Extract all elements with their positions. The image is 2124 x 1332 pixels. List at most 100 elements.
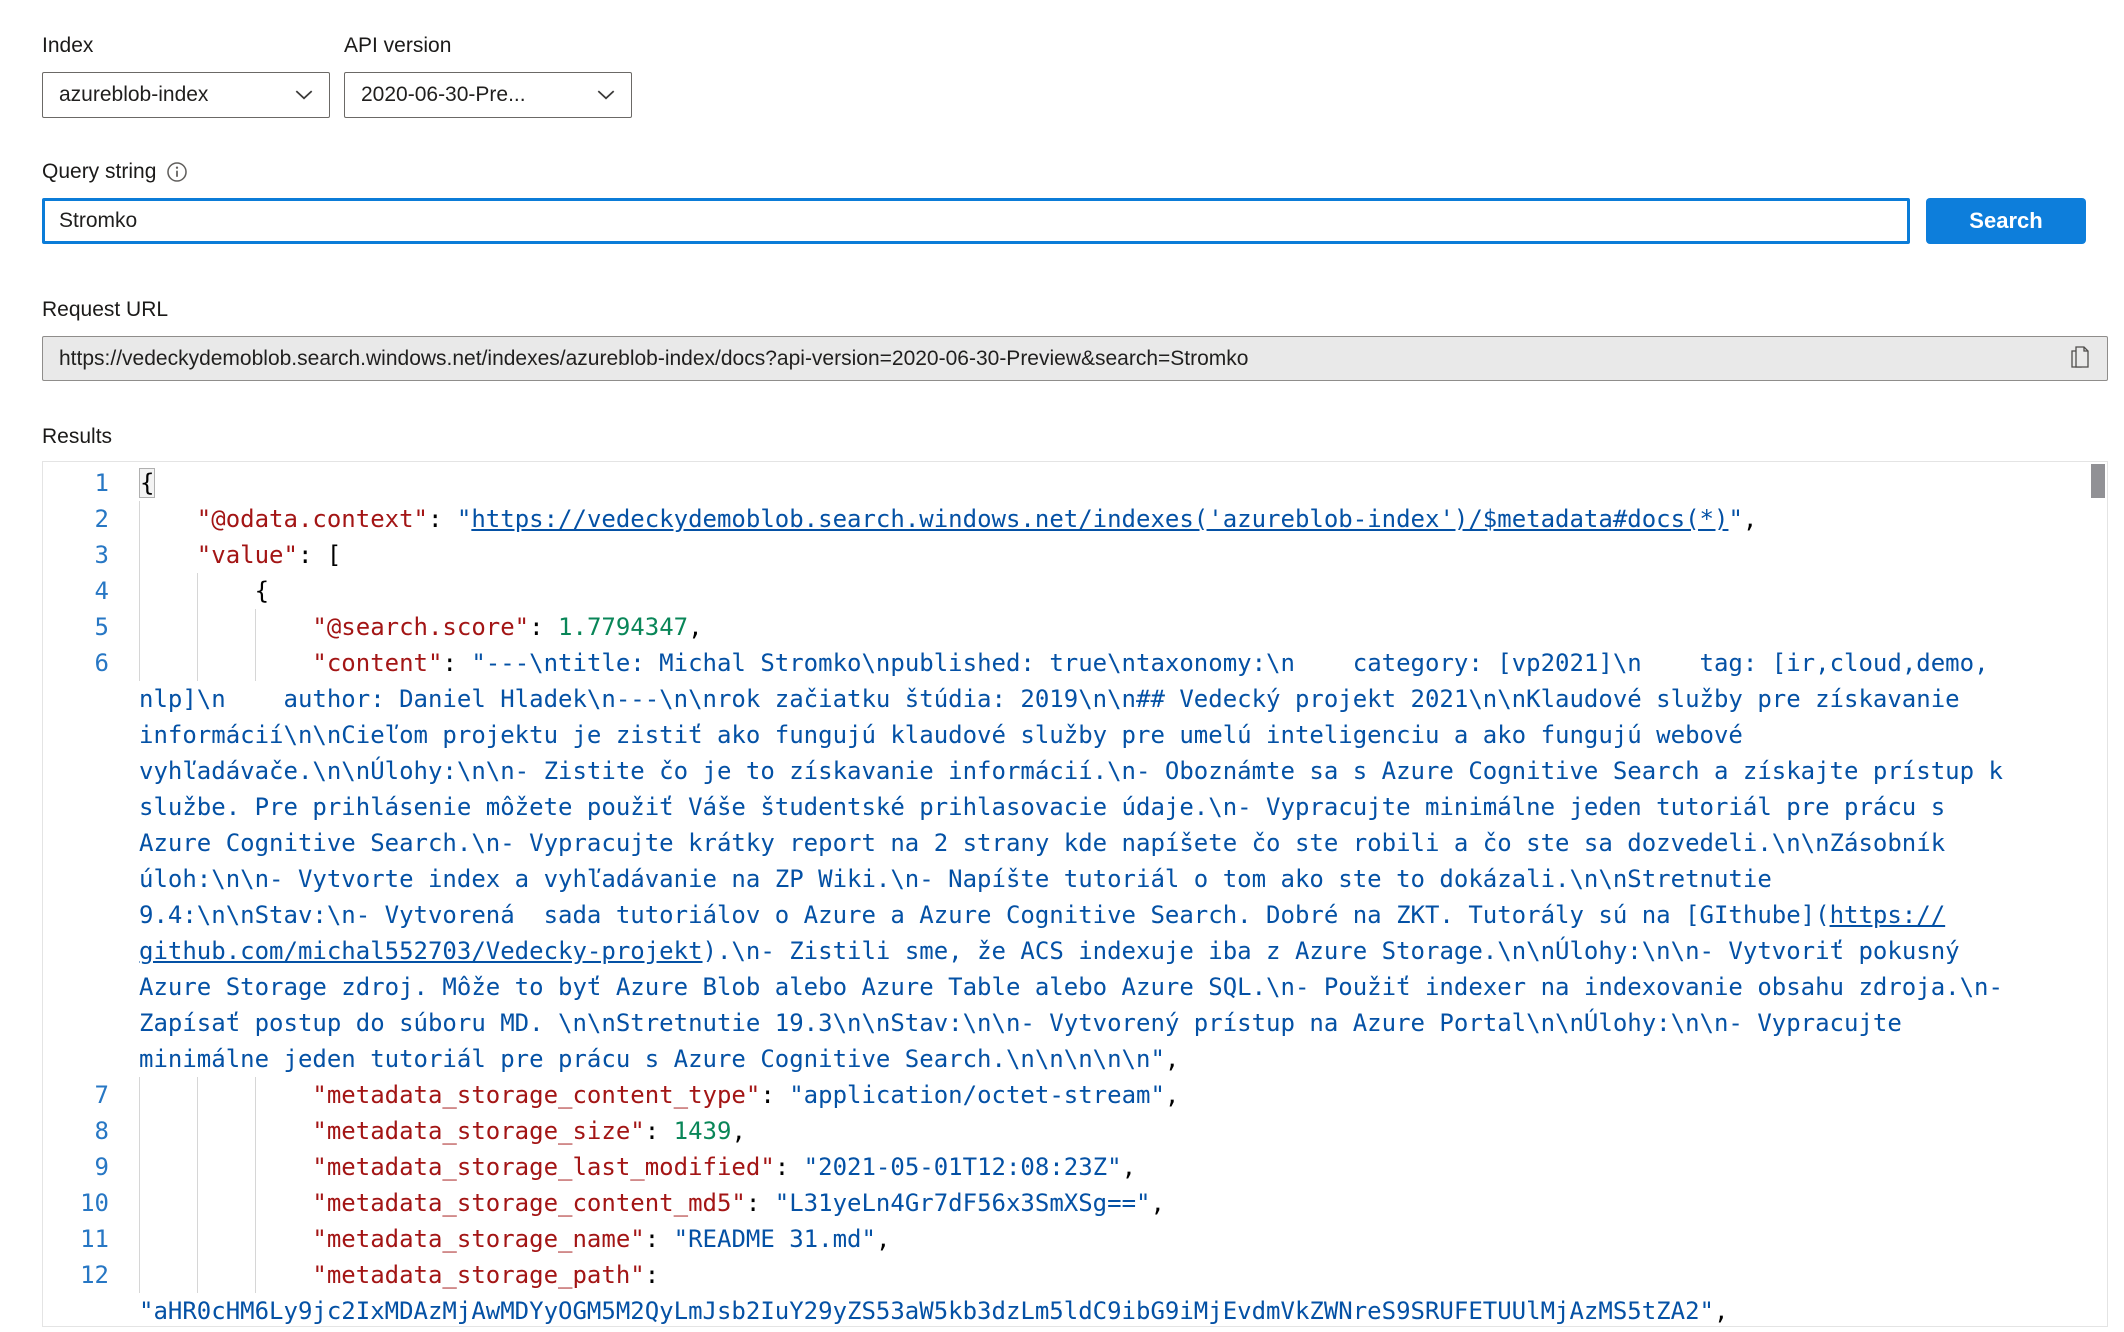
search-button[interactable]: Search: [1926, 198, 2086, 244]
token-punc: :: [529, 613, 558, 641]
token-str: "L31yeLn4Gr7dF56x3SmXSg==": [775, 1189, 1151, 1217]
token-punc: ,: [876, 1225, 890, 1253]
token-punc: :: [645, 1225, 674, 1253]
token-key: "metadata_storage_last_modified": [312, 1153, 774, 1181]
token-punc: :: [775, 1153, 804, 1181]
line-number: 7: [43, 1077, 139, 1113]
code-line-content: "metadata_storage_name": "README 31.md",: [139, 1221, 2007, 1257]
copy-icon[interactable]: [2067, 345, 2093, 373]
indent-guide: [139, 573, 140, 609]
editor-scrollbar[interactable]: [2091, 464, 2105, 498]
token-key: "content": [312, 649, 442, 677]
request-url-value: https://vedeckydemoblob.search.windows.n…: [59, 347, 1248, 371]
indent-guide: [197, 1113, 198, 1149]
indent-guide: [255, 645, 256, 681]
indent-guide: [255, 1113, 256, 1149]
search-explorer-page: Index API version azureblob-index 2020-0…: [0, 0, 2124, 1327]
line-number: 9: [43, 1149, 139, 1185]
code-line: 4 {: [43, 573, 2107, 609]
query-string-input[interactable]: [42, 198, 1910, 244]
line-number: 5: [43, 609, 139, 645]
token-str: "application/​octet-stream": [789, 1081, 1165, 1109]
indent-guide: [139, 645, 140, 681]
indent-guide: [197, 1221, 198, 1257]
indent-guide: [139, 1257, 140, 1293]
indent-guide: [197, 645, 198, 681]
results-label: Results: [42, 425, 2124, 449]
indent-guide: [139, 609, 140, 645]
info-icon[interactable]: [166, 161, 188, 183]
token-key: "metadata_storage_content_md5": [312, 1189, 745, 1217]
indent-guide: [255, 1221, 256, 1257]
line-number: 6: [43, 645, 139, 1077]
line-number: 1: [43, 465, 139, 501]
token-punc: ,: [1122, 1153, 1136, 1181]
index-dropdown[interactable]: azureblob-index: [42, 72, 330, 118]
token-punc: :: [645, 1117, 674, 1145]
indent-guide: [255, 1149, 256, 1185]
api-version-label: API version: [344, 34, 451, 58]
code-line: 11 "metadata_storage_name": "README 31.m…: [43, 1221, 2107, 1257]
code-line-content: "@odata.context": "https:/​/​vedeckydemo…: [139, 501, 2007, 537]
code-line-content: "metadata_storage_content_md5": "L31yeLn…: [139, 1185, 2007, 1221]
token-punc: ,: [1165, 1081, 1179, 1109]
code-line: 7 "metadata_storage_content_type": "appl…: [43, 1077, 2107, 1113]
indent-guide: [139, 537, 140, 573]
line-number: 3: [43, 537, 139, 573]
token-key: "metadata_storage_size": [312, 1117, 644, 1145]
code-line-content: "metadata_storage_content_type": "applic…: [139, 1077, 2007, 1113]
token-punc: :: [746, 1189, 775, 1217]
code-line: 9 "metadata_storage_last_modified": "202…: [43, 1149, 2107, 1185]
chevron-down-icon: [595, 84, 617, 106]
chevron-down-icon: [293, 84, 315, 106]
token-key: "@odata.context": [197, 505, 428, 533]
code-line: 6 "content": "---\ntitle: Michal Stromko…: [43, 645, 2107, 1077]
indent-guide: [255, 1257, 256, 1293]
token-punc: :: [645, 1261, 674, 1289]
token-str: ": [1728, 505, 1742, 533]
indent-guide: [255, 1185, 256, 1221]
code-line-content: "content": "---\ntitle: Michal Stromko\n…: [139, 645, 2007, 1077]
token-punc: :: [760, 1081, 789, 1109]
indent-guide: [197, 1185, 198, 1221]
token-str: "README 31.md": [674, 1225, 876, 1253]
token-link[interactable]: https:/​/​vedeckydemoblob.search.windows…: [471, 505, 1728, 533]
line-number: 4: [43, 573, 139, 609]
code-line-content: {: [139, 465, 2007, 501]
code-line-content: "metadata_storage_last_modified": "2021-…: [139, 1149, 2007, 1185]
code-line: 10 "metadata_storage_content_md5": "L31y…: [43, 1185, 2107, 1221]
line-number: 10: [43, 1185, 139, 1221]
code-line: 2 "@odata.context": "https:/​/​vedeckyde…: [43, 501, 2107, 537]
token-punc: ,: [1150, 1189, 1164, 1217]
token-key: "value": [197, 541, 298, 569]
token-punc: {: [255, 577, 269, 605]
indent-guide: [139, 1149, 140, 1185]
token-num: 1439: [674, 1117, 732, 1145]
code-line: 5 "@search.score": 1.7794347,: [43, 609, 2107, 645]
api-version-dropdown[interactable]: 2020-06-30-Pre...: [344, 72, 632, 118]
token-punc: ,: [1743, 505, 1757, 533]
code-line-content: "@search.score": 1.7794347,: [139, 609, 2007, 645]
indent-guide: [197, 573, 198, 609]
indent-guide: [139, 1185, 140, 1221]
indent-guide: [255, 609, 256, 645]
results-editor[interactable]: 1{2 "@odata.context": "https:/​/​vedecky…: [42, 461, 2108, 1327]
index-dropdown-value: azureblob-index: [59, 83, 208, 107]
indent-guide: [197, 1077, 198, 1113]
token-str: "aHR0cHM6Ly9jc2IxMDAzMjAwMDYyOGM5M2QyLmJ…: [139, 1297, 1714, 1325]
token-str: "2021-05-01T12:08:23Z": [804, 1153, 1122, 1181]
indent-guide: [139, 1077, 140, 1113]
indent-guide: [139, 1113, 140, 1149]
index-label: Index: [42, 34, 344, 58]
line-number: 8: [43, 1113, 139, 1149]
line-number: 2: [43, 501, 139, 537]
code-line: 1{: [43, 465, 2107, 501]
request-url-label: Request URL: [42, 298, 2124, 322]
token-brace-active: {: [139, 468, 155, 498]
token-punc: ,: [1165, 1045, 1179, 1073]
line-number: 11: [43, 1221, 139, 1257]
token-str: "---\ntitle: Michal Stromko\npublished: …: [139, 649, 2017, 929]
token-str: ": [457, 505, 471, 533]
indent-guide: [255, 1077, 256, 1113]
code-line: 12 "metadata_storage_path": "aHR0cHM6Ly9…: [43, 1257, 2107, 1327]
